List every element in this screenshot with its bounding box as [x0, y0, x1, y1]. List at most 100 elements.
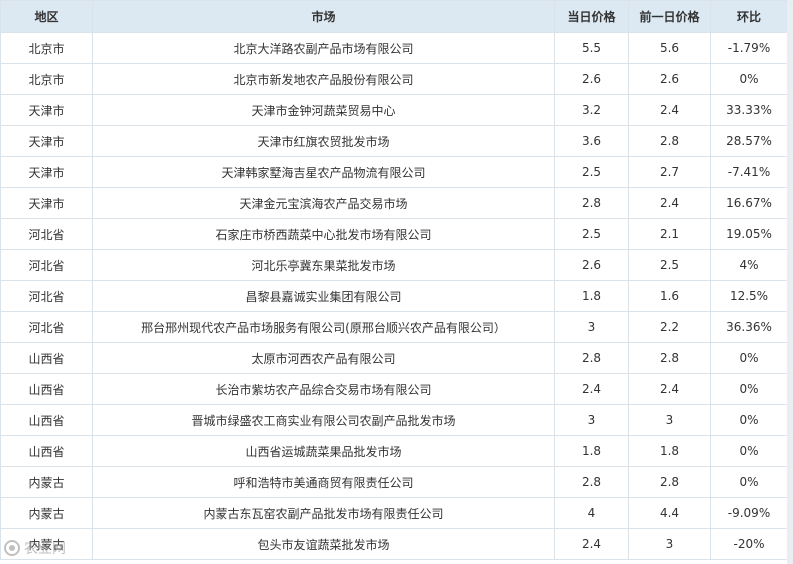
cell-region: 内蒙古	[0, 528, 93, 560]
cell-prev-price: 1.8	[628, 435, 711, 467]
table-row: 山西省 太原市河西农产品有限公司 2.8 2.8 0%	[0, 342, 788, 374]
cell-today-price: 2.6	[554, 249, 629, 281]
table-header-row: 地区 市场 当日价格 前一日价格 环比	[0, 0, 788, 33]
cell-market: 天津金元宝滨海农产品交易市场	[92, 187, 555, 219]
cell-prev-price: 2.8	[628, 125, 711, 157]
cell-market: 太原市河西农产品有限公司	[92, 342, 555, 374]
cell-change: 0%	[710, 404, 788, 436]
table-row: 内蒙古 包头市友谊蔬菜批发市场 2.4 3 -20%	[0, 528, 788, 560]
cell-region: 天津市	[0, 187, 93, 219]
table-row: 天津市 天津韩家墅海吉星农产品物流有限公司 2.5 2.7 -7.41%	[0, 156, 788, 188]
cell-prev-price: 2.4	[628, 94, 711, 126]
cell-region: 山西省	[0, 435, 93, 467]
cell-today-price: 4	[554, 497, 629, 529]
cell-prev-price: 2.5	[628, 249, 711, 281]
cell-prev-price: 1.6	[628, 280, 711, 312]
cell-change: 4%	[710, 249, 788, 281]
cell-market: 天津市金钟河蔬菜贸易中心	[92, 94, 555, 126]
header-market: 市场	[92, 0, 555, 33]
cell-market: 昌黎县嘉诚实业集团有限公司	[92, 280, 555, 312]
cell-market: 山西省运城蔬菜果品批发市场	[92, 435, 555, 467]
cell-today-price: 2.4	[554, 528, 629, 560]
cell-today-price: 2.8	[554, 466, 629, 498]
cell-region: 河北省	[0, 249, 93, 281]
table-row: 北京市 北京市新发地农产品股份有限公司 2.6 2.6 0%	[0, 63, 788, 95]
cell-today-price: 2.8	[554, 342, 629, 374]
table-row: 内蒙古 内蒙古东瓦窑农副产品批发市场有限责任公司 4 4.4 -9.09%	[0, 497, 788, 529]
cell-today-price: 2.5	[554, 156, 629, 188]
cell-market: 包头市友谊蔬菜批发市场	[92, 528, 555, 560]
header-change: 环比	[710, 0, 788, 33]
scroll-edge	[787, 0, 793, 564]
cell-market: 天津市红旗农贸批发市场	[92, 125, 555, 157]
cell-prev-price: 3	[628, 528, 711, 560]
price-table: 地区 市场 当日价格 前一日价格 环比 北京市 北京大洋路农副产品市场有限公司 5.…	[0, 0, 788, 560]
cell-today-price: 3.2	[554, 94, 629, 126]
cell-change: 36.36%	[710, 311, 788, 343]
cell-prev-price: 2.7	[628, 156, 711, 188]
cell-change: 28.57%	[710, 125, 788, 157]
cell-prev-price: 2.1	[628, 218, 711, 250]
cell-today-price: 2.8	[554, 187, 629, 219]
table-row: 天津市 天津市红旗农贸批发市场 3.6 2.8 28.57%	[0, 125, 788, 157]
cell-change: 0%	[710, 435, 788, 467]
table-row: 天津市 天津市金钟河蔬菜贸易中心 3.2 2.4 33.33%	[0, 94, 788, 126]
table-row: 河北省 石家庄市桥西蔬菜中心批发市场有限公司 2.5 2.1 19.05%	[0, 218, 788, 250]
cell-change: 0%	[710, 342, 788, 374]
cell-change: -9.09%	[710, 497, 788, 529]
cell-today-price: 2.6	[554, 63, 629, 95]
cell-market: 晋城市绿盛农工商实业有限公司农副产品批发市场	[92, 404, 555, 436]
cell-region: 河北省	[0, 311, 93, 343]
cell-today-price: 2.5	[554, 218, 629, 250]
cell-region: 北京市	[0, 32, 93, 64]
cell-prev-price: 3	[628, 404, 711, 436]
cell-change: -20%	[710, 528, 788, 560]
cell-change: -1.79%	[710, 32, 788, 64]
cell-today-price: 5.5	[554, 32, 629, 64]
cell-region: 内蒙古	[0, 497, 93, 529]
cell-prev-price: 2.2	[628, 311, 711, 343]
table-row: 天津市 天津金元宝滨海农产品交易市场 2.8 2.4 16.67%	[0, 187, 788, 219]
cell-region: 北京市	[0, 63, 93, 95]
cell-market: 天津韩家墅海吉星农产品物流有限公司	[92, 156, 555, 188]
table-row: 北京市 北京大洋路农副产品市场有限公司 5.5 5.6 -1.79%	[0, 32, 788, 64]
cell-today-price: 2.4	[554, 373, 629, 405]
header-region: 地区	[0, 0, 93, 33]
cell-region: 山西省	[0, 404, 93, 436]
table-row: 河北省 邢台邢州现代农产品市场服务有限公司(原邢台顺兴农产品有限公司） 3 2.2 36…	[0, 311, 788, 343]
cell-market: 邢台邢州现代农产品市场服务有限公司(原邢台顺兴农产品有限公司）	[92, 311, 555, 343]
table-row: 内蒙古 呼和浩特市美通商贸有限责任公司 2.8 2.8 0%	[0, 466, 788, 498]
table-row: 河北省 河北乐亭冀东果菜批发市场 2.6 2.5 4%	[0, 249, 788, 281]
cell-market: 长治市紫坊农产品综合交易市场有限公司	[92, 373, 555, 405]
cell-market: 呼和浩特市美通商贸有限责任公司	[92, 466, 555, 498]
cell-change: 12.5%	[710, 280, 788, 312]
cell-today-price: 3	[554, 311, 629, 343]
cell-change: 0%	[710, 63, 788, 95]
table-row: 河北省 昌黎县嘉诚实业集团有限公司 1.8 1.6 12.5%	[0, 280, 788, 312]
cell-region: 天津市	[0, 125, 93, 157]
cell-region: 天津市	[0, 94, 93, 126]
cell-market: 北京市新发地农产品股份有限公司	[92, 63, 555, 95]
cell-change: 16.67%	[710, 187, 788, 219]
cell-prev-price: 2.4	[628, 373, 711, 405]
cell-change: 0%	[710, 466, 788, 498]
cell-market: 北京大洋路农副产品市场有限公司	[92, 32, 555, 64]
table-row: 山西省 山西省运城蔬菜果品批发市场 1.8 1.8 0%	[0, 435, 788, 467]
cell-region: 山西省	[0, 373, 93, 405]
cell-region: 山西省	[0, 342, 93, 374]
cell-region: 内蒙古	[0, 466, 93, 498]
cell-change: 19.05%	[710, 218, 788, 250]
table-row: 山西省 晋城市绿盛农工商实业有限公司农副产品批发市场 3 3 0%	[0, 404, 788, 436]
cell-region: 天津市	[0, 156, 93, 188]
table-row: 山西省 长治市紫坊农产品综合交易市场有限公司 2.4 2.4 0%	[0, 373, 788, 405]
header-today-price: 当日价格	[554, 0, 629, 33]
cell-change: 33.33%	[710, 94, 788, 126]
cell-prev-price: 2.8	[628, 342, 711, 374]
cell-region: 河北省	[0, 280, 93, 312]
cell-prev-price: 2.4	[628, 187, 711, 219]
cell-region: 河北省	[0, 218, 93, 250]
cell-today-price: 3.6	[554, 125, 629, 157]
cell-prev-price: 4.4	[628, 497, 711, 529]
cell-market: 河北乐亭冀东果菜批发市场	[92, 249, 555, 281]
cell-today-price: 1.8	[554, 435, 629, 467]
